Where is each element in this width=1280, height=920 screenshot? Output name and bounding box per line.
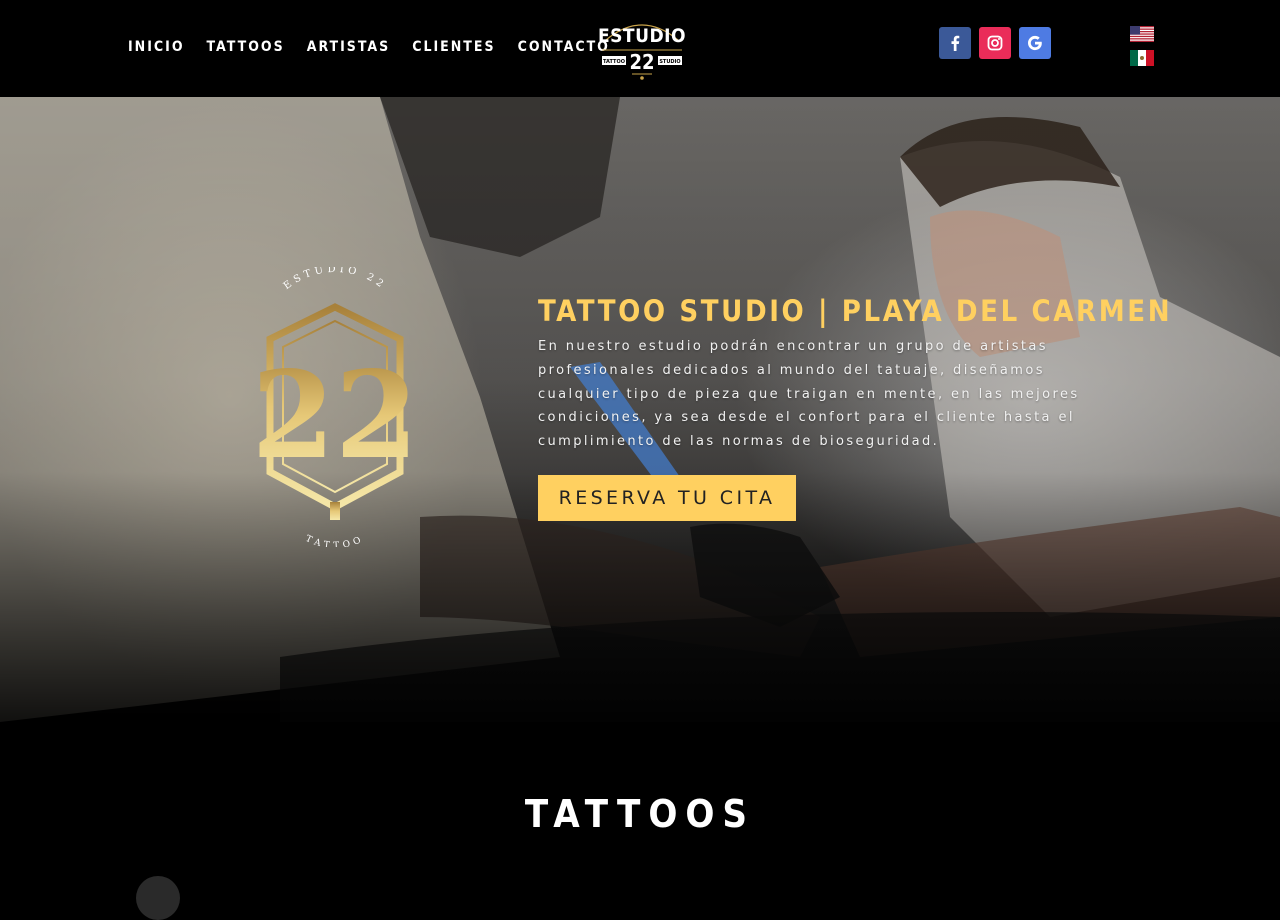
svg-text:TATTOO: TATTOO bbox=[304, 534, 366, 547]
social-links bbox=[939, 27, 1051, 59]
svg-text:ESTUDIO 22: ESTUDIO 22 bbox=[282, 267, 389, 292]
hero-section: ESTUDIO 22 22 TATTOO TATTOO STUDIO | PLA… bbox=[0, 97, 1280, 722]
hero-title: TATTOO STUDIO | PLAYA DEL CARMEN bbox=[538, 294, 1173, 328]
nav-link-clientes[interactable]: CLIENTES bbox=[412, 36, 495, 58]
main-nav: INICIO TATTOOS ARTISTAS CLIENTES CONTACT… bbox=[128, 36, 610, 58]
nav-link-tattoos[interactable]: TATTOOS bbox=[207, 36, 285, 58]
section-title-tattoos: TATTOOS bbox=[524, 792, 756, 836]
carousel-prev-button[interactable] bbox=[136, 876, 180, 920]
logo-wordmark: ESTUDIO bbox=[598, 25, 686, 47]
logo-right-tag: STUDIO bbox=[659, 59, 680, 65]
logo-left-tag: TATTOO bbox=[603, 59, 625, 65]
instagram-button[interactable] bbox=[979, 27, 1011, 59]
us-flag-icon[interactable] bbox=[1130, 26, 1154, 42]
language-switcher bbox=[1130, 26, 1154, 66]
emblem-number: 22 bbox=[252, 345, 419, 486]
instagram-icon bbox=[987, 35, 1003, 51]
book-appointment-button[interactable]: RESERVA TU CITA bbox=[538, 475, 796, 521]
studio-emblem-logo: ESTUDIO 22 22 TATTOO bbox=[244, 267, 426, 547]
google-button[interactable] bbox=[1019, 27, 1051, 59]
nav-link-inicio[interactable]: INICIO bbox=[128, 36, 185, 58]
site-logo[interactable]: ESTUDIO TATTOO STUDIO 22 bbox=[596, 12, 688, 82]
emblem-top-text: ESTUDIO 22 bbox=[282, 267, 385, 292]
logo-number: 22 bbox=[629, 50, 654, 74]
facebook-button[interactable] bbox=[939, 27, 971, 59]
google-icon bbox=[1028, 35, 1042, 51]
site-header: INICIO TATTOOS ARTISTAS CLIENTES CONTACT… bbox=[0, 0, 1280, 97]
hero-description: En nuestro estudio podrán encontrar un g… bbox=[538, 339, 1080, 450]
nav-link-artistas[interactable]: ARTISTAS bbox=[307, 36, 391, 58]
facebook-icon bbox=[951, 35, 960, 51]
mexico-flag-icon[interactable] bbox=[1130, 50, 1154, 66]
emblem-bottom-text: TATTOO bbox=[304, 534, 362, 547]
